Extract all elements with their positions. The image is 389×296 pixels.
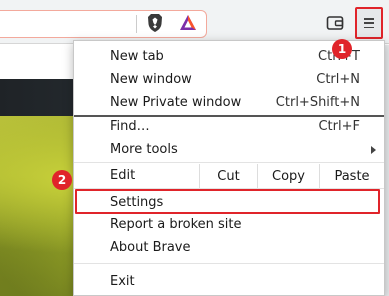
- menu-item-label: New tab: [110, 49, 164, 64]
- edit-paste-button[interactable]: Paste: [319, 164, 384, 188]
- menu-item-report-broken-site[interactable]: Report a broken site: [74, 214, 384, 236]
- menu-item-shortcut: Ctrl+N: [316, 72, 360, 87]
- browser-toolbar: [0, 0, 389, 44]
- step-1-badge: 1: [332, 39, 352, 59]
- menu-item-exit[interactable]: Exit: [74, 271, 384, 293]
- menu-item-label: Report a broken site: [110, 217, 242, 232]
- menu-item-new-private-window[interactable]: New Private window Ctrl+Shift+N: [74, 92, 384, 114]
- edit-copy-label: Copy: [272, 168, 305, 184]
- main-menu-button[interactable]: [355, 7, 383, 39]
- menu-item-edit-row: Edit Cut Copy Paste: [74, 164, 384, 188]
- address-bar-separator: [136, 15, 137, 33]
- edit-copy-button[interactable]: Copy: [257, 164, 319, 188]
- menu-separator: [74, 162, 384, 163]
- menu-item-label: Edit: [110, 168, 136, 183]
- submenu-arrow-icon: [371, 146, 376, 154]
- hamburger-menu-icon: [364, 18, 374, 28]
- menu-item-more-tools[interactable]: More tools: [74, 139, 384, 161]
- menu-item-label: New Private window: [110, 95, 242, 110]
- menu-item-label: New window: [110, 72, 192, 87]
- wallet-icon[interactable]: [326, 15, 344, 31]
- menu-item-label: Exit: [110, 274, 135, 289]
- menu-item-label: More tools: [110, 142, 178, 157]
- edit-cut-label: Cut: [217, 168, 240, 184]
- settings-highlight-box: [75, 189, 380, 214]
- menu-item-label: About Brave: [110, 240, 191, 255]
- edit-cut-button[interactable]: Cut: [199, 164, 257, 188]
- menu-item-about-brave[interactable]: About Brave: [74, 237, 384, 259]
- edit-paste-label: Paste: [334, 168, 370, 184]
- menu-item-find[interactable]: Find… Ctrl+F: [74, 116, 384, 138]
- menu-separator: [74, 263, 384, 264]
- menu-item-label: Find…: [110, 119, 150, 134]
- menu-item-shortcut: Ctrl+F: [318, 119, 360, 134]
- menu-item-shortcut: Ctrl+Shift+N: [275, 95, 360, 110]
- address-bar[interactable]: [0, 10, 207, 38]
- app-menu: New tab Ctrl+T New window Ctrl+N New Pri…: [73, 40, 385, 296]
- step-2-badge: 2: [52, 170, 72, 190]
- bat-triangle-icon[interactable]: [179, 14, 197, 31]
- brave-shield-icon[interactable]: [146, 13, 164, 33]
- menu-item-new-window[interactable]: New window Ctrl+N: [74, 69, 384, 91]
